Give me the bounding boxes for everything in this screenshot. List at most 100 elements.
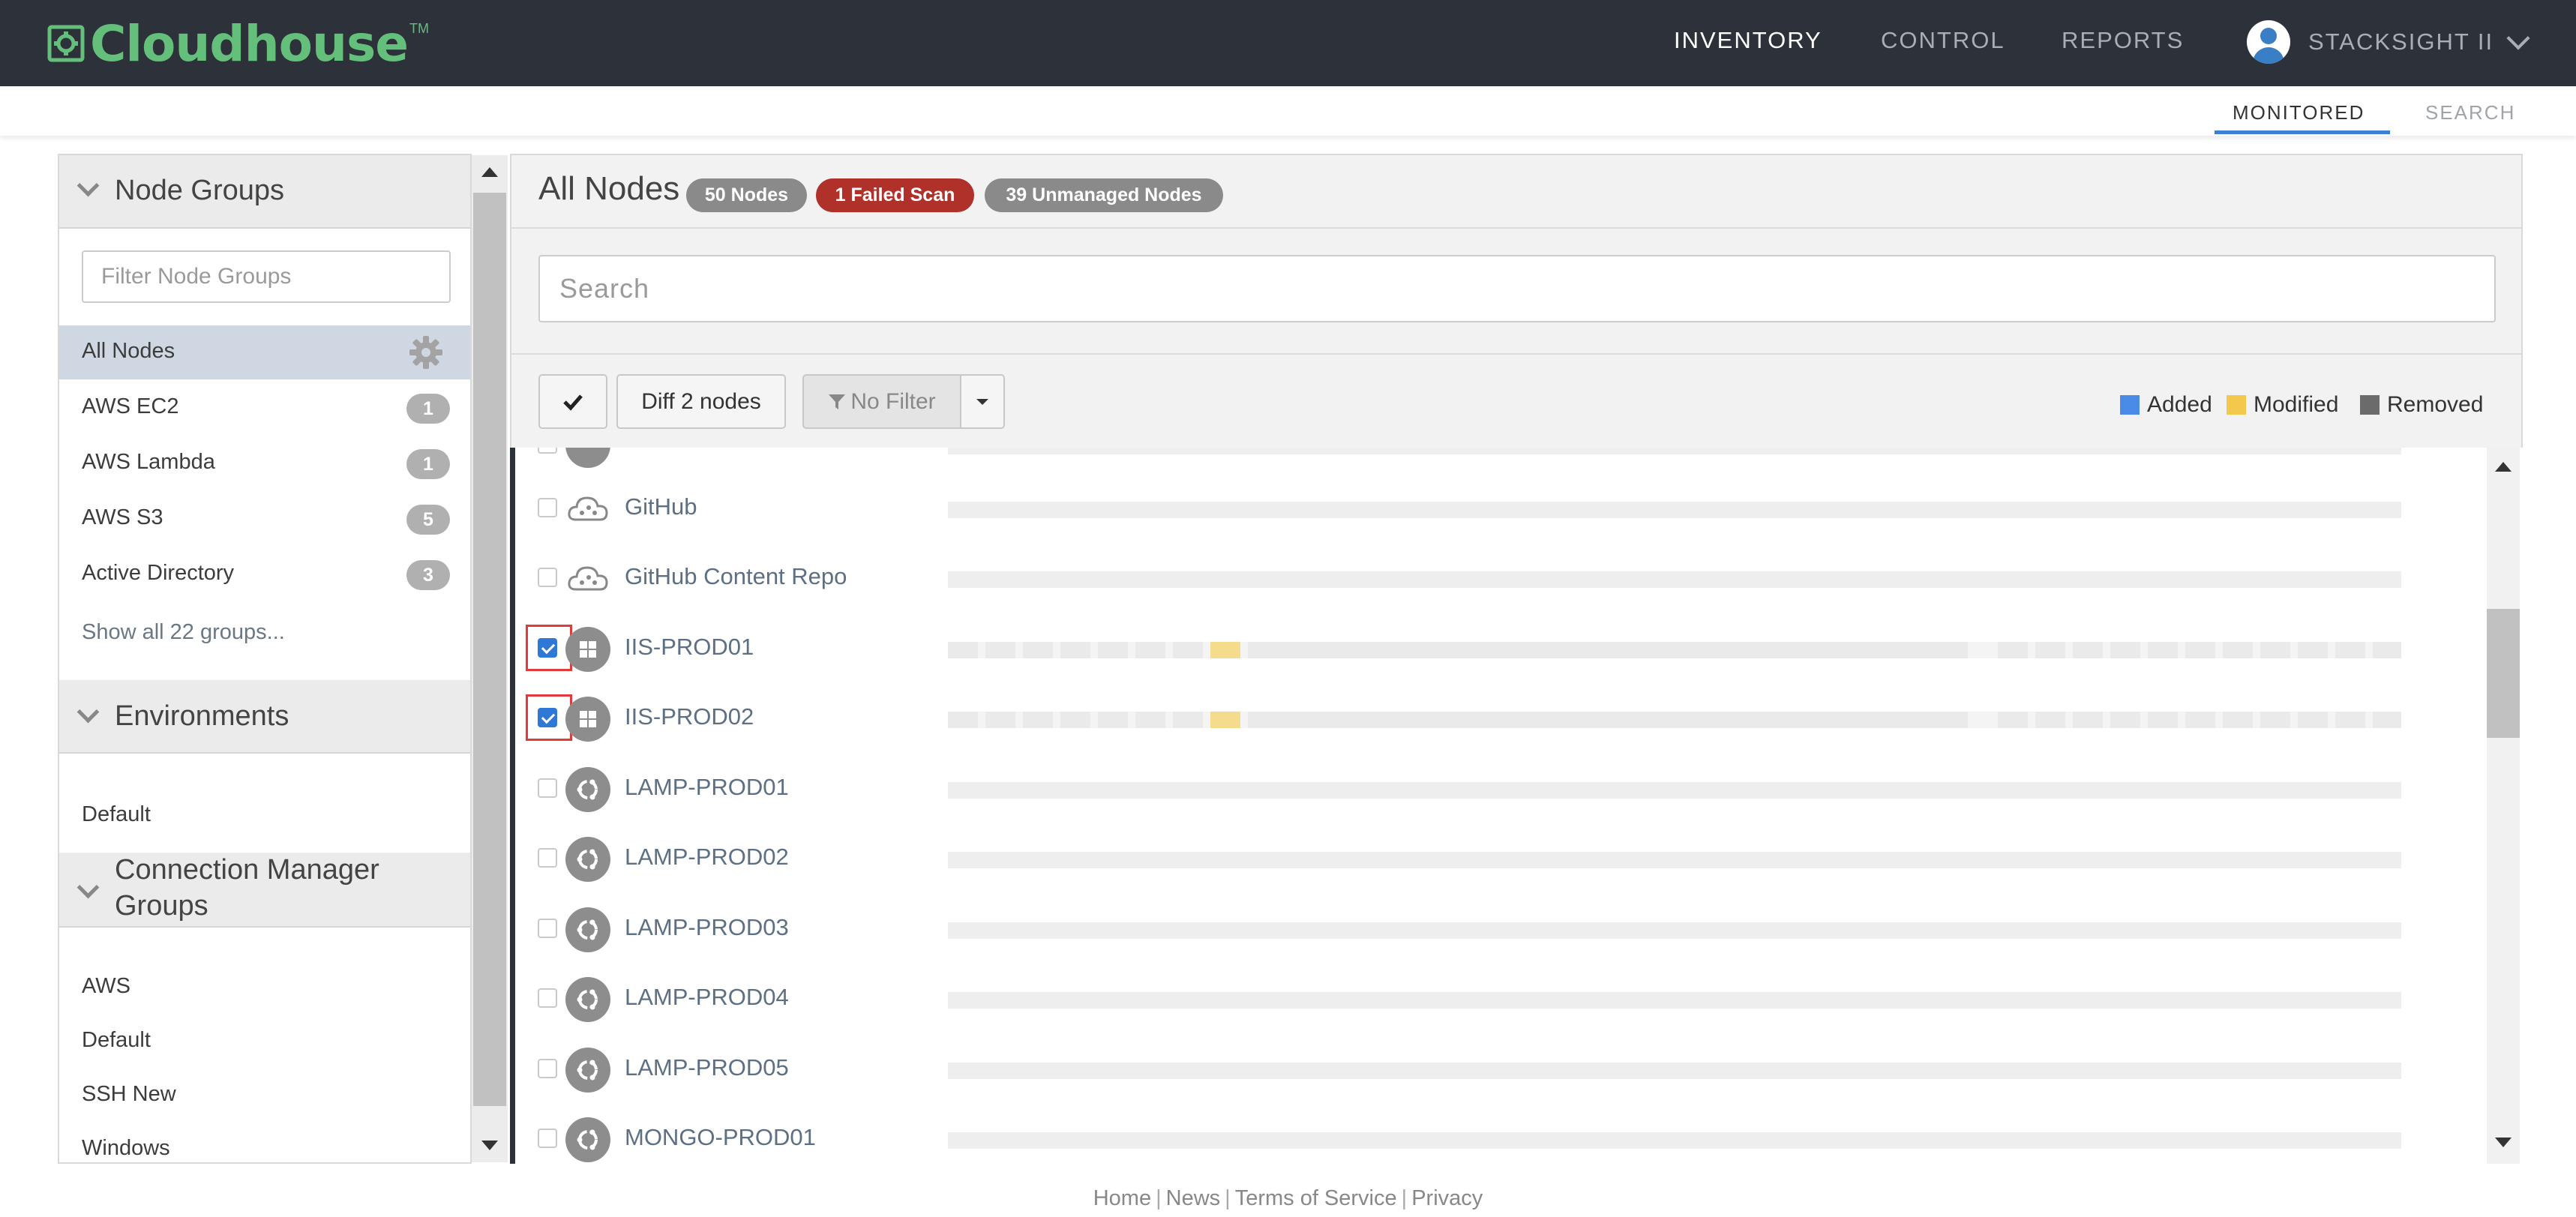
scroll-down-icon[interactable] <box>481 1141 498 1150</box>
ubuntu-icon <box>565 837 610 882</box>
checkmark-icon <box>563 394 583 411</box>
list-item[interactable]: IIS-PROD01 <box>515 613 2480 683</box>
gear-icon[interactable] <box>408 334 444 370</box>
scroll-up-icon[interactable] <box>481 167 498 177</box>
diff-nodes-button[interactable]: Diff 2 nodes <box>616 374 786 429</box>
node-name[interactable]: MONGO-PROD01 <box>625 1124 816 1151</box>
connection-manager-title-line2: Groups <box>115 890 208 922</box>
nav-control[interactable]: CONTROL <box>1881 27 2005 54</box>
show-all-groups-link[interactable]: Show all 22 groups... <box>82 620 285 645</box>
sidebar-item-aws-s3[interactable]: AWS S3 5 <box>59 492 470 546</box>
sidebar-item-active-directory[interactable]: Active Directory 3 <box>59 547 470 601</box>
row-checkbox[interactable] <box>538 778 557 798</box>
change-timeline <box>948 502 2401 518</box>
row-checkbox[interactable] <box>538 568 557 587</box>
connection-manager-title-line1: Connection Manager <box>115 854 379 886</box>
list-item[interactable]: LAMP-PROD03 <box>515 893 2480 964</box>
unmanaged-nodes-badge[interactable]: 39 Unmanaged Nodes <box>985 178 1223 212</box>
sidebar-scroll-thumb[interactable] <box>473 193 506 1106</box>
row-checkbox[interactable] <box>538 498 557 517</box>
change-timeline <box>948 1063 2401 1079</box>
list-item[interactable]: MONGO-PROD01 <box>515 1103 2480 1164</box>
user-menu[interactable]: STACKSIGHT II <box>2247 20 2530 64</box>
row-checkbox[interactable] <box>538 1059 557 1078</box>
node-name[interactable]: IIS-PROD02 <box>625 703 754 730</box>
node-name[interactable]: LAMP-PROD05 <box>625 1054 789 1081</box>
node-name[interactable]: LAMP-PROD01 <box>625 774 789 801</box>
search-input[interactable] <box>538 255 2496 322</box>
sidebar-item-label: AWS Lambda <box>82 450 215 474</box>
scroll-down-icon[interactable] <box>2495 1138 2512 1147</box>
sidebar-item-aws-lambda[interactable]: AWS Lambda 1 <box>59 436 470 490</box>
cloudhouse-logo[interactable]: Cloudhouse TM <box>45 10 429 76</box>
row-checkbox[interactable] <box>538 638 557 658</box>
filter-dropdown-button[interactable] <box>960 374 1005 429</box>
list-item[interactable]: LAMP-PROD01 <box>515 753 2480 823</box>
node-name[interactable]: GitHub Content Repo <box>625 563 847 590</box>
ubuntu-icon <box>565 907 610 952</box>
footer-news-link[interactable]: News <box>1166 1186 1221 1210</box>
node-name[interactable]: LAMP-PROD04 <box>625 984 789 1011</box>
sidebar-item-cm-ssh-new[interactable]: SSH New <box>59 1069 470 1123</box>
list-item[interactable]: IIS-PROD02 <box>515 682 2480 753</box>
list-item[interactable]: LAMP-PROD05 <box>515 1033 2480 1104</box>
row-checkbox[interactable] <box>538 988 557 1008</box>
tab-monitored[interactable]: MONITORED <box>2233 101 2365 124</box>
row-checkbox[interactable] <box>538 919 557 938</box>
list-scroll-track[interactable] <box>2487 448 2520 1164</box>
list-item[interactable]: GitHub Content Repo <box>515 542 2480 613</box>
row-checkbox[interactable] <box>538 708 557 727</box>
ubuntu-icon <box>565 767 610 812</box>
sidebar-item-label: Active Directory <box>82 561 235 585</box>
sidebar-item-all-nodes[interactable]: All Nodes <box>59 325 470 379</box>
node-name[interactable]: IIS-PROD01 <box>625 634 754 661</box>
no-filter-button[interactable]: No Filter <box>802 374 961 429</box>
sidebar-item-cm-windows[interactable]: Windows <box>59 1123 470 1162</box>
ubuntu-icon <box>565 1048 610 1093</box>
footer-home-link[interactable]: Home <box>1093 1186 1151 1210</box>
legend-added: Added <box>2120 392 2212 418</box>
select-all-button[interactable] <box>538 374 607 429</box>
sidebar-item-cm-aws[interactable]: AWS <box>59 961 470 1015</box>
chevron-down-icon <box>76 876 100 899</box>
row-checkbox[interactable] <box>538 1129 557 1148</box>
node-name[interactable]: LAMP-PROD02 <box>625 844 789 871</box>
sidebar-item-cm-default[interactable]: Default <box>59 1015 470 1069</box>
scroll-up-icon[interactable] <box>2495 462 2512 472</box>
nav-inventory[interactable]: INVENTORY <box>1674 27 1822 54</box>
added-swatch <box>2120 395 2140 415</box>
change-timeline <box>948 992 2401 1009</box>
footer-privacy-link[interactable]: Privacy <box>1411 1186 1483 1210</box>
row-checkbox[interactable] <box>538 848 557 868</box>
footer-terms-link[interactable]: Terms of Service <box>1235 1186 1397 1210</box>
divider <box>511 353 2521 355</box>
list-accent-bar <box>510 448 515 1164</box>
list-item[interactable]: GitHub <box>515 472 2480 543</box>
filter-node-groups-input[interactable] <box>82 250 451 303</box>
list-scrollbar[interactable] <box>2482 448 2523 1164</box>
legend-modified: Modified <box>2227 392 2338 418</box>
row-checkbox[interactable] <box>538 448 557 454</box>
ubuntu-icon <box>565 977 610 1022</box>
sidebar-item-label: Default <box>82 802 151 826</box>
sidebar: Node Groups All Nodes AWS EC2 1 AWS Lamb… <box>58 154 472 1164</box>
node-groups-header[interactable]: Node Groups <box>59 155 470 229</box>
node-name[interactable]: LAMP-PROD03 <box>625 914 789 941</box>
modified-swatch <box>2227 395 2246 415</box>
connection-manager-groups-header[interactable]: Connection Manager Groups <box>59 853 470 928</box>
sidebar-scrollbar[interactable] <box>472 155 508 1162</box>
list-scroll-thumb[interactable] <box>2487 609 2520 738</box>
sidebar-item-aws-ec2[interactable]: AWS EC2 1 <box>59 381 470 435</box>
node-name[interactable]: GitHub <box>625 493 697 520</box>
list-item[interactable]: LAMP-PROD02 <box>515 823 2480 893</box>
change-timeline <box>948 642 2401 658</box>
failed-scan-badge[interactable]: 1 Failed Scan <box>816 178 974 212</box>
tab-search[interactable]: SEARCH <box>2425 101 2515 124</box>
logo-cog-icon <box>47 25 85 62</box>
active-tab-underline <box>2215 130 2390 134</box>
nav-reports[interactable]: REPORTS <box>2062 27 2184 54</box>
environments-header[interactable]: Environments <box>59 680 470 754</box>
list-item[interactable]: LAMP-PROD04 <box>515 963 2480 1033</box>
sidebar-item-environment-default[interactable]: Default <box>59 789 470 843</box>
diff-nodes-label: Diff 2 nodes <box>641 388 761 414</box>
